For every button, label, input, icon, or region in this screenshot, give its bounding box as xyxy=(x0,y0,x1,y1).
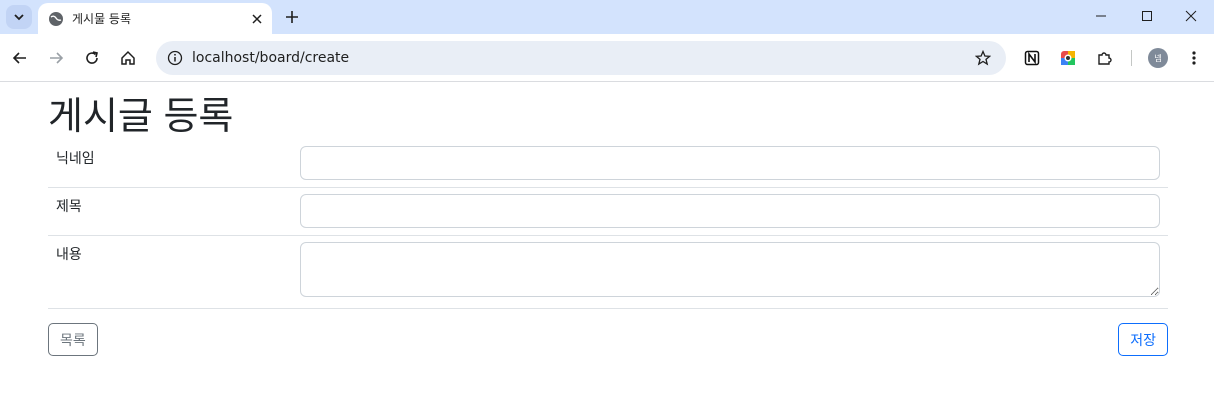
arrow-right-icon xyxy=(50,52,64,64)
forward-button[interactable] xyxy=(42,44,70,72)
form-row-content: 내용 xyxy=(48,236,1168,309)
form-row-title: 제목 xyxy=(48,188,1168,236)
site-info-icon[interactable] xyxy=(158,41,192,75)
back-button[interactable] xyxy=(6,44,34,72)
minimize-button[interactable] xyxy=(1078,0,1124,32)
tab-search-button[interactable] xyxy=(6,5,32,29)
browser-tab[interactable]: 게시물 등록 xyxy=(38,3,272,34)
window-close-button[interactable] xyxy=(1168,0,1214,32)
home-button[interactable] xyxy=(114,44,142,72)
title-label: 제목 xyxy=(56,199,82,215)
list-button[interactable]: 목록 xyxy=(48,323,98,356)
reload-button[interactable] xyxy=(78,44,106,72)
content-label: 내용 xyxy=(56,247,82,263)
nickname-input[interactable] xyxy=(300,146,1160,180)
browser-toolbar: localhost/board/create 넴 xyxy=(0,34,1214,82)
tab-strip: 게시물 등록 xyxy=(0,0,1214,34)
notion-extension-icon[interactable] xyxy=(1020,46,1044,70)
plus-icon xyxy=(286,11,298,23)
content-textarea[interactable] xyxy=(300,242,1160,297)
close-icon xyxy=(1185,10,1197,22)
new-tab-button[interactable] xyxy=(280,5,304,29)
title-input[interactable] xyxy=(300,194,1160,228)
maximize-button[interactable] xyxy=(1124,0,1170,32)
nickname-label: 닉네임 xyxy=(56,151,95,167)
toolbar-divider xyxy=(1131,50,1132,66)
home-icon xyxy=(121,50,135,65)
page-title: 게시글 등록 xyxy=(48,96,234,138)
chevron-down-icon xyxy=(14,14,24,21)
more-menu-icon[interactable] xyxy=(1182,46,1206,70)
page-content: 게시글 등록 닉네임 제목 내용 목록 저장 xyxy=(48,82,1168,373)
address-bar[interactable]: localhost/board/create xyxy=(156,41,1006,75)
tab-title: 게시물 등록 xyxy=(72,12,132,26)
globe-icon xyxy=(49,11,63,26)
form-row-nickname: 닉네임 xyxy=(48,140,1168,188)
color-extension-icon[interactable] xyxy=(1056,46,1080,70)
arrow-left-icon xyxy=(12,52,26,64)
form-actions: 목록 저장 xyxy=(48,323,1168,373)
reload-icon xyxy=(86,51,98,64)
extensions-puzzle-icon[interactable] xyxy=(1092,46,1116,70)
maximize-icon xyxy=(1142,11,1152,21)
save-button[interactable]: 저장 xyxy=(1118,323,1168,356)
profile-avatar[interactable]: 넴 xyxy=(1148,48,1168,68)
url-text[interactable]: localhost/board/create xyxy=(192,50,966,66)
bookmark-star-icon[interactable] xyxy=(966,41,1000,75)
minimize-icon xyxy=(1096,15,1106,17)
close-tab-icon[interactable] xyxy=(246,8,268,30)
